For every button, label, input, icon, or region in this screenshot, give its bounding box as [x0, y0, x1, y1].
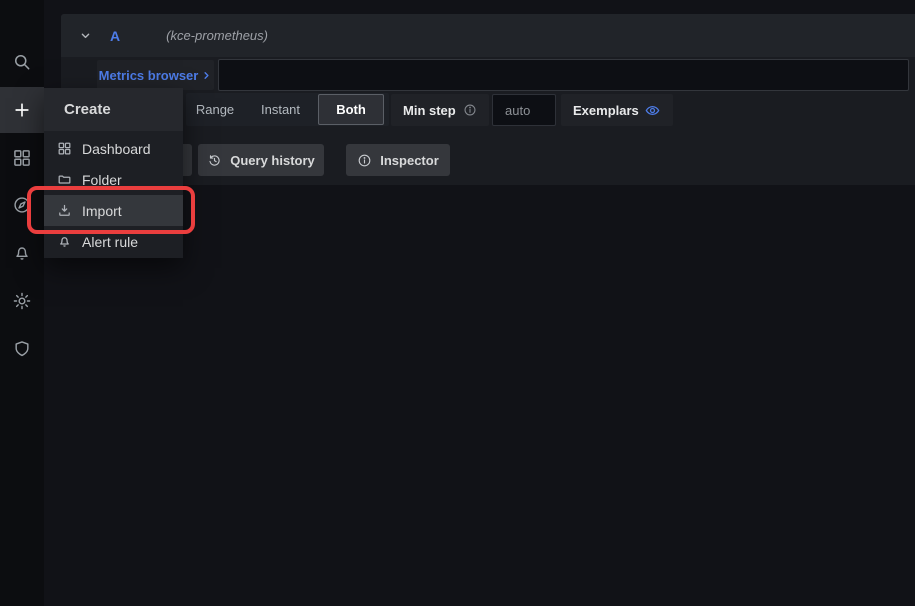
query-toolbar-row: Query history Inspector — [61, 144, 915, 176]
query-history-label: Query history — [230, 152, 315, 168]
folder-icon — [58, 175, 71, 184]
history-icon — [209, 154, 220, 166]
create-menu-title: Create — [64, 101, 111, 118]
query-history-button[interactable]: Query history — [198, 144, 324, 176]
nav-sidebar — [0, 0, 44, 606]
bell-icon — [60, 237, 69, 247]
compass-icon — [14, 197, 30, 213]
metrics-browser-label: Metrics browser — [98, 67, 199, 83]
menu-item-label: Folder — [82, 171, 122, 188]
metrics-browser-button[interactable]: Metrics browser — [97, 60, 214, 90]
info-icon[interactable] — [463, 103, 477, 117]
menu-item-label: Alert rule — [82, 233, 139, 250]
datasource-hint: (kce-prometheus) — [166, 28, 268, 43]
exemplars-label: Exemplars — [573, 102, 639, 118]
min-step-label: Min step — [403, 102, 456, 118]
menu-item-alert-rule[interactable]: Alert rule — [44, 226, 183, 257]
query-type-both[interactable]: Both — [318, 94, 384, 125]
bell-icon — [16, 247, 28, 260]
hidden-button-fragment — [183, 144, 192, 176]
sidebar-item-configuration[interactable] — [0, 283, 44, 319]
query-header-row[interactable]: A (kce-prometheus) — [61, 14, 915, 57]
eye-icon[interactable] — [644, 102, 661, 119]
search-icon — [15, 55, 30, 70]
menu-item-import[interactable]: Import — [44, 195, 183, 226]
min-step-box: Min step — [391, 94, 489, 126]
query-type-range[interactable]: Range — [186, 93, 244, 126]
sidebar-item-explore[interactable] — [0, 187, 44, 223]
chevron-right-icon — [204, 72, 209, 79]
min-step-input[interactable] — [492, 94, 556, 126]
chevron-down-icon[interactable] — [78, 28, 93, 43]
create-menu: Create Dashboard Folder Import Alert rul… — [44, 88, 183, 258]
apps-icon — [58, 142, 71, 155]
sidebar-item-create[interactable] — [0, 87, 44, 133]
exemplars-box: Exemplars — [561, 94, 673, 126]
apps-icon — [14, 150, 30, 166]
query-type-radio-group: Range Instant Both — [186, 93, 389, 126]
create-menu-items: Dashboard Folder Import Alert rule — [44, 131, 183, 258]
sidebar-item-dashboards[interactable] — [0, 140, 44, 176]
query-expression-input[interactable] — [218, 59, 909, 91]
create-menu-header: Create — [44, 88, 183, 131]
query-type-instant[interactable]: Instant — [244, 93, 317, 126]
info-icon — [358, 154, 371, 166]
sidebar-item-server-admin[interactable] — [0, 331, 44, 367]
sidebar-item-search[interactable] — [0, 44, 44, 80]
inspector-button[interactable]: Inspector — [346, 144, 450, 176]
inspector-label: Inspector — [380, 152, 439, 168]
menu-item-folder[interactable]: Folder — [44, 164, 183, 195]
plus-icon — [15, 103, 29, 117]
gear-icon — [13, 292, 31, 310]
import-icon — [59, 204, 70, 216]
query-editor-panel: A (kce-prometheus) Metrics browser Range… — [61, 14, 915, 185]
shield-icon — [15, 341, 29, 357]
menu-item-dashboard[interactable]: Dashboard — [44, 133, 183, 164]
query-ref-id: A — [110, 27, 121, 44]
menu-item-label: Dashboard — [82, 140, 151, 157]
grafana-explore-page: A (kce-prometheus) Metrics browser Range… — [0, 0, 915, 606]
sidebar-item-alerting[interactable] — [0, 235, 44, 271]
query-options-row: Range Instant Both Min step Exemplars — [61, 93, 915, 126]
menu-item-label: Import — [82, 202, 122, 219]
